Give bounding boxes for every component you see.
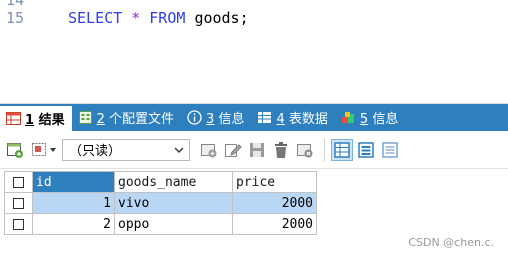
tab-info-2[interactable]: 5 信息: [335, 104, 405, 131]
export-grid-icon: [7, 142, 23, 158]
tab-table-data[interactable]: 4 表数据: [251, 104, 334, 131]
discard-icon: [297, 143, 313, 157]
table-data-icon: [258, 112, 272, 123]
insert-row-icon: [201, 143, 217, 157]
keyword-select: SELECT: [68, 9, 123, 27]
cell-price[interactable]: 2000: [232, 213, 317, 235]
text-view-icon: [382, 141, 398, 158]
line-number: 15: [6, 9, 25, 27]
tab-number: 5: [359, 112, 369, 127]
sql-client-window: 14 15SELECT * FROM goods; 1 结果 2 个配置文件: [0, 0, 508, 259]
table-row[interactable]: 2 oppo 2000: [4, 213, 317, 235]
mode-select-value: （只读）: [69, 144, 122, 159]
header-row: id goods_name price: [4, 171, 317, 193]
watermark: CSDN @chen.c.: [408, 236, 494, 249]
result-grid-icon: [6, 112, 21, 125]
tab-number: 1: [25, 113, 35, 128]
save-icon: [250, 142, 264, 157]
row-checkbox[interactable]: [13, 197, 24, 209]
select-all-checkbox-cell[interactable]: [4, 171, 33, 193]
text-view-button[interactable]: [379, 139, 401, 161]
tab-label: 结果: [38, 113, 65, 128]
delete-button[interactable]: [270, 139, 292, 161]
cell-id[interactable]: 2: [32, 213, 115, 235]
column-header-goods-name[interactable]: goods_name: [114, 171, 233, 193]
tab-profile[interactable]: 2 个配置文件: [72, 104, 181, 131]
filter-icon: [32, 142, 56, 156]
save-button[interactable]: [246, 139, 268, 161]
export-button[interactable]: [4, 139, 26, 161]
tab-number: 3: [206, 112, 215, 127]
cell-id[interactable]: 1: [32, 192, 115, 214]
cell-price[interactable]: 2000: [232, 192, 317, 214]
trash-icon: [275, 141, 287, 158]
grid-view-icon: [334, 141, 350, 158]
discard-changes-button[interactable]: [294, 139, 316, 161]
filter-dropdown-button[interactable]: [28, 139, 60, 161]
result-toolbar: （只读）: [0, 131, 508, 169]
info-icon: [187, 110, 202, 125]
insert-row-button[interactable]: [198, 139, 220, 161]
tab-label: 个配置文件: [109, 112, 175, 127]
tab-number: 4: [276, 112, 285, 127]
line-number-partial: 14: [6, 0, 25, 9]
row-checkbox[interactable]: [13, 218, 24, 230]
sql-editor[interactable]: 14 15 SELECT * FROM goods;: [0, 0, 508, 104]
row-checkbox-cell[interactable]: [4, 192, 33, 214]
column-header-price[interactable]: price: [232, 171, 317, 193]
table-identifier: goods;: [194, 9, 249, 27]
result-tab-bar: 1 结果 2 个配置文件 3 信息 4 表数据 5 信息: [0, 104, 508, 131]
tab-result[interactable]: 1 结果: [0, 104, 72, 131]
toolbar-separator: [324, 138, 325, 161]
cell-goods-name[interactable]: oppo: [114, 213, 233, 235]
form-view-icon: [358, 141, 374, 158]
keyword-from: FROM: [149, 9, 186, 27]
tab-number: 2: [96, 112, 105, 127]
star-operator: *: [131, 9, 141, 27]
tab-label: 表数据: [288, 112, 328, 127]
form-view-button[interactable]: [355, 139, 377, 161]
profile-icon: [78, 111, 92, 124]
result-grid: id goods_name price 1 vivo 2000 2 oppo 2…: [4, 171, 317, 235]
edit-row-button[interactable]: [222, 139, 244, 161]
table-row[interactable]: 1 vivo 2000: [4, 192, 317, 214]
column-header-id[interactable]: id: [32, 171, 115, 193]
tab-label: 信息: [218, 112, 245, 127]
readonly-mode-select[interactable]: （只读）: [62, 138, 190, 161]
edit-icon: [225, 143, 242, 157]
grid-view-button[interactable]: [331, 138, 353, 161]
code-line[interactable]: 15 SELECT * FROM goods;: [6, 8, 249, 28]
chevron-down-icon: [174, 147, 184, 153]
tab-label: 信息: [372, 112, 399, 127]
tab-info[interactable]: 3 信息: [181, 104, 251, 131]
row-checkbox-cell[interactable]: [4, 213, 33, 235]
info-color-icon: [341, 112, 354, 123]
select-all-checkbox[interactable]: [13, 176, 24, 188]
cell-goods-name[interactable]: vivo: [114, 192, 233, 214]
